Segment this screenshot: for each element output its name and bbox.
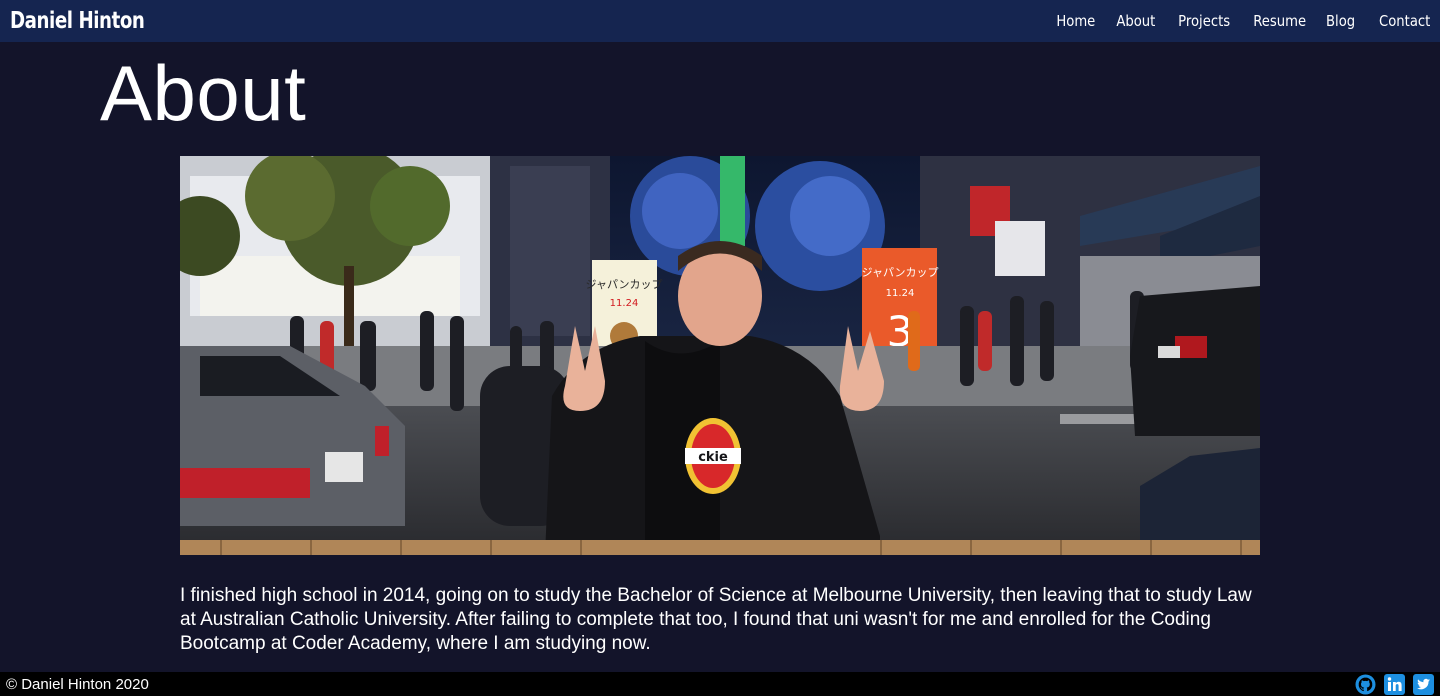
- nav-contact[interactable]: Contact: [1379, 12, 1430, 30]
- social-links: [1355, 673, 1434, 695]
- nav-resume[interactable]: Resume: [1254, 12, 1307, 30]
- profile-photo: ジャパンカップ 11.24 ジャパンカップ 11.24 3 ckie: [180, 156, 1260, 555]
- page-footer: © Daniel Hinton 2020: [0, 672, 1440, 696]
- main-nav: Home About Projects Resume Blog Contact: [1055, 12, 1430, 30]
- nav-blog[interactable]: Blog: [1326, 12, 1355, 30]
- github-icon[interactable]: [1355, 674, 1376, 695]
- nav-about[interactable]: About: [1116, 12, 1155, 30]
- top-navbar: Daniel Hinton Home About Projects Resume…: [0, 0, 1440, 42]
- nav-home[interactable]: Home: [1056, 12, 1095, 30]
- japan-cup-sign: ジャパンカップ: [586, 278, 663, 291]
- brand-logo[interactable]: Daniel Hinton: [10, 8, 145, 34]
- copyright-text: © Daniel Hinton 2020: [6, 675, 149, 693]
- nav-projects[interactable]: Projects: [1178, 12, 1230, 30]
- twitter-icon[interactable]: [1413, 673, 1434, 695]
- shirt-logo: ckie: [698, 450, 728, 465]
- japan-cup-sign-right: ジャパンカップ: [862, 266, 939, 279]
- about-paragraph: I finished high school in 2014, going on…: [180, 585, 1252, 654]
- linkedin-icon[interactable]: [1384, 673, 1405, 695]
- sign-date-right: 11.24: [886, 288, 915, 299]
- page-title: About: [100, 49, 307, 137]
- sign-date-left: 11.24: [610, 298, 639, 309]
